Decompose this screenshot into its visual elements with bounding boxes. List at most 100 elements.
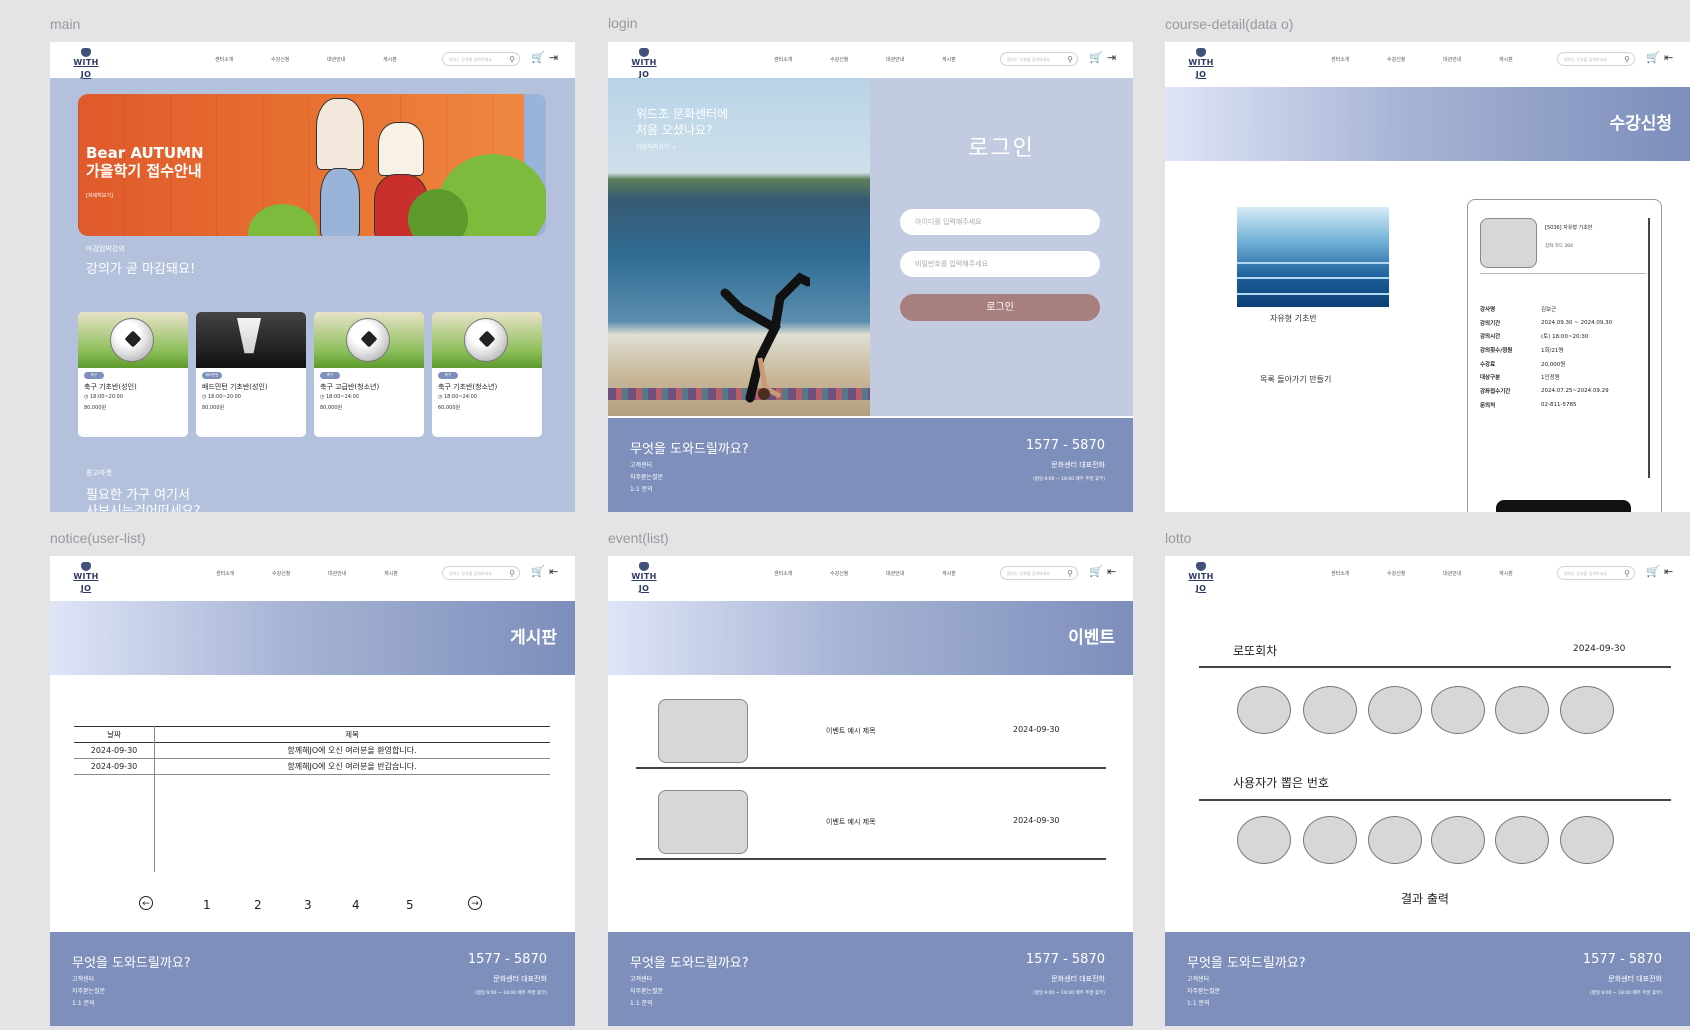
nav-rental[interactable]: 대관안내 <box>1443 56 1499 63</box>
hero-more-link[interactable]: [자세히보기] <box>86 192 113 199</box>
logo[interactable]: WITH JO <box>1183 562 1219 593</box>
nav-enroll[interactable]: 수강신청 <box>1387 56 1443 63</box>
search-input[interactable]: 원하는 강좌를 검색하세요 ⚲ <box>1000 52 1078 66</box>
logout-icon[interactable]: ⇤ <box>549 565 558 578</box>
nav-about[interactable]: 센터소개 <box>774 570 830 577</box>
page-link[interactable]: 2 <box>254 898 262 912</box>
search-input[interactable]: 원하는 강좌를 검색하세요 ⚲ <box>442 52 520 66</box>
event-thumbnail[interactable] <box>658 699 748 763</box>
nav-enroll[interactable]: 수강신청 <box>830 56 886 63</box>
footer-link-faq[interactable]: 자주묻는질문 <box>72 986 105 998</box>
footer-link-faq[interactable]: 자주묻는질문 <box>630 986 663 998</box>
cart-icon[interactable]: 🛒 <box>1646 565 1660 578</box>
search-icon[interactable]: ⚲ <box>1067 53 1073 67</box>
user-ball[interactable] <box>1237 816 1291 864</box>
page-link[interactable]: 5 <box>406 898 414 912</box>
nav-rental[interactable]: 대관안내 <box>1443 570 1499 577</box>
logo[interactable]: WITH JO <box>626 48 662 79</box>
footer-link-qna[interactable]: 1:1 문의 <box>630 484 663 496</box>
scrollbar[interactable] <box>1648 218 1650 478</box>
user-ball[interactable] <box>1560 816 1614 864</box>
nav-enroll[interactable]: 수강신청 <box>830 570 886 577</box>
user-ball[interactable] <box>1431 816 1485 864</box>
back-to-list-link[interactable]: 목록 돌아가기 만들기 <box>1260 374 1331 385</box>
search-input[interactable]: 원하는 강좌를 검색하세요 ⚲ <box>1557 52 1635 66</box>
footer-link-qna[interactable]: 1:1 문의 <box>72 998 105 1010</box>
event-thumbnail[interactable] <box>658 790 748 854</box>
hero-banner[interactable]: Bear AUTUMN 가을학기 접수안내 [자세히보기] <box>78 94 546 236</box>
logout-icon[interactable]: ⇤ <box>1664 51 1673 64</box>
footer-link-qna[interactable]: 1:1 문의 <box>630 998 663 1010</box>
prev-page-icon[interactable]: ← <box>139 896 153 910</box>
course-card[interactable]: 축구 축구 기초반(성인) ◷ 18:00~20:00 80,000원 <box>78 312 188 437</box>
page-link[interactable]: 3 <box>304 898 312 912</box>
password-input[interactable]: 비밀번호를 입력해주세요 <box>900 251 1100 277</box>
nav-board[interactable]: 게시판 <box>383 56 439 63</box>
id-input[interactable]: 아이디를 입력해주세요 <box>900 209 1100 235</box>
next-page-icon[interactable]: → <box>468 896 482 910</box>
result-output-button[interactable]: 결과 출력 <box>1401 890 1449 907</box>
nav-board[interactable]: 게시판 <box>1499 570 1555 577</box>
logo[interactable]: WITH JO <box>1183 48 1219 79</box>
search-icon[interactable]: ⚲ <box>1067 567 1073 581</box>
nav-board[interactable]: 게시판 <box>384 570 440 577</box>
nav-about[interactable]: 센터소개 <box>774 56 830 63</box>
footer-link-faq[interactable]: 자주묻는질문 <box>630 472 663 484</box>
nav-board[interactable]: 게시판 <box>1499 56 1555 63</box>
logo[interactable]: WITH JO <box>68 562 104 593</box>
course-card[interactable]: 축구 축구 기초반(청소년) ◷ 18:00~24:00 60,000원 <box>432 312 542 437</box>
course-card[interactable]: 배드민턴 배드민턴 기초반(성인) ◷ 18:00~20:00 80,000원 <box>196 312 306 437</box>
search-icon[interactable]: ⚲ <box>509 53 515 67</box>
nav-about[interactable]: 센터소개 <box>1331 56 1387 63</box>
nav-enroll[interactable]: 수강신청 <box>1387 570 1443 577</box>
footer-link-qna[interactable]: 1:1 문의 <box>1187 998 1220 1010</box>
table-row[interactable]: 2024-09-30 함께해JO에 오신 여러분을 환영합니다. <box>74 742 550 759</box>
user-ball[interactable] <box>1368 816 1422 864</box>
logo[interactable]: WITH JO <box>68 48 104 79</box>
nav-enroll[interactable]: 수강신청 <box>272 570 328 577</box>
cart-icon[interactable]: 🛒 <box>1089 565 1103 578</box>
logo[interactable]: WITH JO <box>626 562 662 593</box>
search-input[interactable]: 원하는 강좌를 검색하세요 ⚲ <box>1000 566 1078 580</box>
user-ball[interactable] <box>1303 816 1357 864</box>
footer-link-cs[interactable]: 고객센터 <box>1187 974 1220 986</box>
nav-about[interactable]: 센터소개 <box>216 570 272 577</box>
logout-icon[interactable]: ⇤ <box>1107 565 1116 578</box>
logout-icon[interactable]: ⇤ <box>1664 565 1673 578</box>
cart-icon[interactable]: 🛒 <box>1646 51 1660 64</box>
cart-icon[interactable]: 🛒 <box>531 51 545 64</box>
footer-link-cs[interactable]: 고객센터 <box>72 974 105 986</box>
search-icon[interactable]: ⚲ <box>509 567 515 581</box>
page-link[interactable]: 4 <box>352 898 360 912</box>
nav-about[interactable]: 센터소개 <box>1331 570 1387 577</box>
footer-link-faq[interactable]: 자주묻는질문 <box>1187 986 1220 998</box>
search-icon[interactable]: ⚲ <box>1624 567 1630 581</box>
nav-board[interactable]: 게시판 <box>942 570 998 577</box>
login-button[interactable]: 로그인 <box>900 294 1100 321</box>
event-title[interactable]: 이벤트 예시 제목 <box>826 726 876 736</box>
footer-question: 무엇을 도와드릴까요? <box>1187 956 1306 971</box>
nav-board[interactable]: 게시판 <box>942 56 998 63</box>
footer-link-cs[interactable]: 고객센터 <box>630 460 663 472</box>
event-title[interactable]: 이벤트 예시 제목 <box>826 817 876 827</box>
enroll-button[interactable] <box>1496 500 1631 512</box>
page-link[interactable]: 1 <box>203 898 211 912</box>
user-ball[interactable] <box>1495 816 1549 864</box>
nav-enroll[interactable]: 수강신청 <box>271 56 327 63</box>
search-icon[interactable]: ⚲ <box>1624 53 1630 67</box>
nav-rental[interactable]: 대관안내 <box>328 570 384 577</box>
footer-link-cs[interactable]: 고객센터 <box>630 974 663 986</box>
search-input[interactable]: 원하는 강좌를 검색하세요 ⚲ <box>1557 566 1635 580</box>
signup-link[interactable]: 가입하러가기 → <box>636 142 676 151</box>
cart-icon[interactable]: 🛒 <box>531 565 545 578</box>
login-icon[interactable]: ⇥ <box>549 51 558 64</box>
cart-icon[interactable]: 🛒 <box>1089 51 1103 64</box>
nav-rental[interactable]: 대관안내 <box>886 570 942 577</box>
nav-rental[interactable]: 대관안내 <box>327 56 383 63</box>
course-card[interactable]: 축구 축구 고급반(청소년) ◷ 18:00~24:00 80,000원 <box>314 312 424 437</box>
table-row[interactable]: 2024-09-30 함께해JO에 오신 여러분을 반갑습니다. <box>74 758 550 775</box>
nav-rental[interactable]: 대관안내 <box>886 56 942 63</box>
login-icon[interactable]: ⇥ <box>1107 51 1116 64</box>
search-input[interactable]: 원하는 강좌를 검색하세요 ⚲ <box>442 566 520 580</box>
nav-about[interactable]: 센터소개 <box>215 56 271 63</box>
